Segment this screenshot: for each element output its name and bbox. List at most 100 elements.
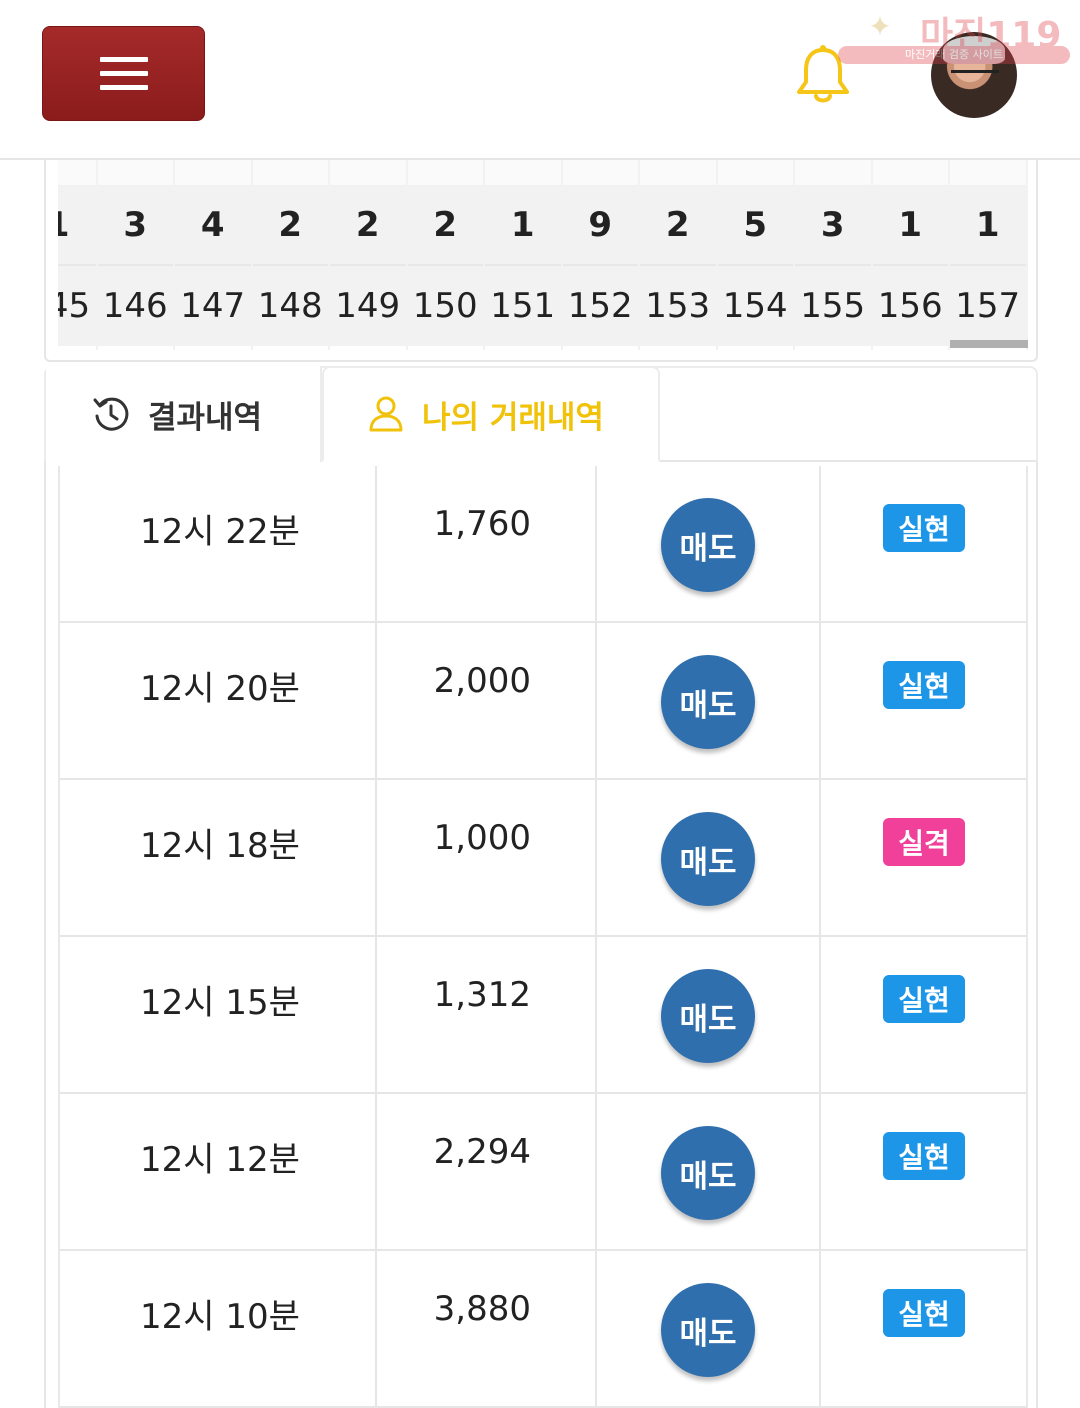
history-column: 5 154 [717,160,795,350]
history-value: 1 [58,186,96,266]
scrollbar-thumb[interactable] [950,340,1028,348]
history-cell-top [562,160,638,186]
amount-cell: 3,880 [377,1251,597,1406]
sell-button[interactable]: 매도 [661,1283,755,1377]
trade-amount: 3,880 [433,1289,531,1329]
time-cell: 12시 22분 [60,466,377,621]
history-grid[interactable]: 1145314641472148214921501151915221535154… [58,160,1028,350]
amount-cell: 2,294 [377,1094,597,1249]
result-badge: 실현 [883,504,965,552]
emblem-icon: ✦ [868,10,892,43]
history-column: 1145 [58,160,98,350]
history-index: 150 [407,266,483,346]
history-value: 9 [562,186,638,266]
history-value: 1 [872,186,948,266]
history-index: 154 [717,266,793,346]
action-cell: 매도 [597,937,821,1092]
history-index: 147 [175,266,251,346]
history-cell-top [175,160,251,186]
history-cell-top [640,160,716,186]
history-value: 5 [717,186,793,266]
history-value: 1 [950,186,1026,266]
sell-button[interactable]: 매도 [661,812,755,906]
avatar-hair [943,36,1005,64]
history-cell-top [950,160,1026,186]
history-value: 3 [97,186,173,266]
history-cell-top [795,160,871,186]
history-column: 1 151 [485,160,563,350]
table-row: 12시 22분 1,760 매도 실현 [60,466,1026,623]
bell-icon[interactable] [795,44,851,106]
trade-time: 12시 18분 [140,826,300,866]
trade-table: 12시 22분 1,760 매도 실현 12시 20분 2,000 매도 실현 12시 18분 1… [58,466,1028,1408]
time-cell: 12시 12분 [60,1094,377,1249]
trade-amount: 1,000 [433,818,531,858]
action-cell: 매도 [597,780,821,935]
time-cell: 12시 10분 [60,1251,377,1406]
table-row: 12시 15분 1,312 매도 실현 [60,937,1026,1094]
tab-results[interactable]: 결과내역 [46,366,322,462]
history-index: 148 [252,266,328,346]
result-cell: 실현 [821,1094,1026,1249]
trade-amount: 1,760 [433,504,531,544]
history-index: 149 [330,266,406,346]
history-value: 1 [485,186,561,266]
trade-time: 12시 12분 [140,1140,300,1180]
result-badge: 실현 [883,661,965,709]
action-cell: 매도 [597,466,821,621]
trade-amount: 2,294 [433,1132,531,1172]
history-cell-top [58,160,96,186]
history-index: 151 [485,266,561,346]
history-column: 3 146 [97,160,175,350]
trade-time: 12시 22분 [140,512,300,552]
tab-bar: 결과내역 나의 거래내역 [44,366,1038,462]
history-index: 155 [795,266,871,346]
avatar[interactable] [931,32,1017,118]
history-column: 3 155 [795,160,873,350]
result-badge: 실현 [883,975,965,1023]
history-column: 1 156 [872,160,950,350]
history-index: 145 [58,266,96,346]
history-column: 2 150 [407,160,485,350]
sell-button[interactable]: 매도 [661,655,755,749]
time-cell: 12시 20분 [60,623,377,778]
history-value: 3 [795,186,871,266]
history-index: 152 [562,266,638,346]
tab-my-trades[interactable]: 나의 거래내역 [322,366,660,462]
history-index: 153 [640,266,716,346]
user-icon [369,396,403,432]
sell-button[interactable]: 매도 [661,1126,755,1220]
action-cell: 매도 [597,1094,821,1249]
sell-button[interactable]: 매도 [661,498,755,592]
hamburger-bar [99,85,148,90]
history-cell-top [407,160,483,186]
result-badge: 실현 [883,1132,965,1180]
tab-my-trades-label: 나의 거래내역 [422,399,604,436]
table-row: 12시 20분 2,000 매도 실현 [60,623,1026,780]
avatar-glasses [951,70,999,80]
history-index: 146 [97,266,173,346]
history-column: 9 152 [562,160,640,350]
history-column: 1 157 [950,160,1028,350]
result-badge: 실현 [883,1289,965,1337]
hamburger-menu-icon [99,57,148,62]
history-column: 2 149 [330,160,408,350]
history-value: 2 [640,186,716,266]
result-cell: 실현 [821,1251,1026,1406]
time-cell: 12시 15분 [60,937,377,1092]
result-badge: 실격 [883,818,965,866]
amount-cell: 1,000 [377,780,597,935]
action-cell: 매도 [597,1251,821,1406]
result-cell: 실현 [821,466,1026,621]
action-cell: 매도 [597,623,821,778]
result-cell: 실현 [821,937,1026,1092]
trade-amount: 1,312 [433,975,531,1015]
sell-button[interactable]: 매도 [661,969,755,1063]
history-value: 2 [407,186,483,266]
result-cell: 실격 [821,780,1026,935]
tab-results-label: 결과내역 [148,399,263,436]
table-row: 12시 10분 3,880 매도 실현 [60,1251,1026,1408]
menu-button[interactable] [42,26,205,121]
trade-amount: 2,000 [433,661,531,701]
top-header: ✦ 마진119 마진거래 검증 사이트 [0,0,1080,160]
